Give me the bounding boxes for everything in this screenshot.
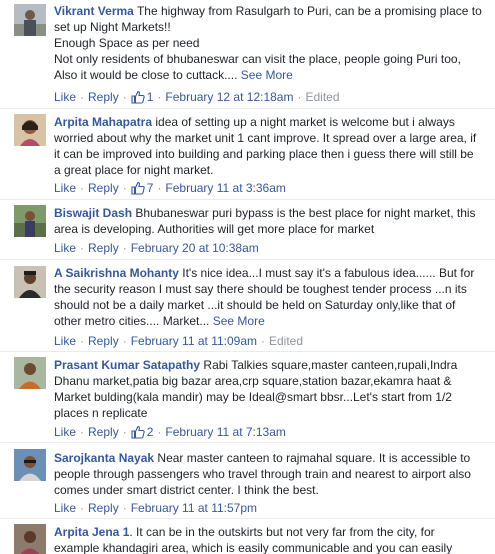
comment-body: Prasant Kumar Satapathy Rabi Talkies squ… (54, 357, 482, 421)
like-link[interactable]: Like (54, 334, 76, 348)
timestamp[interactable]: February 11 at 3:36am (165, 181, 286, 195)
timestamp[interactable]: February 11 at 11:57pm (131, 501, 257, 515)
reply-link[interactable]: Reply (88, 425, 119, 439)
reply-link[interactable]: Reply (88, 501, 119, 515)
comment-body: Vikrant Verma The highway from Rasulgarh… (54, 3, 482, 83)
commenter-name[interactable]: Vikrant Verma (54, 4, 134, 18)
edited-label[interactable]: Edited (269, 334, 303, 348)
comment-body: Arpita Mahapatra idea of setting up a ni… (54, 114, 482, 178)
timestamp[interactable]: February 11 at 7:13am (165, 425, 286, 439)
comment-actions: Like · Reply · February 11 at 11:57pm (54, 501, 257, 515)
divider (0, 518, 495, 519)
like-link[interactable]: Like (54, 181, 76, 195)
commenter-name[interactable]: Prasant Kumar Satapathy (54, 358, 200, 372)
avatar[interactable] (14, 524, 46, 554)
avatar[interactable] (14, 205, 46, 237)
timestamp[interactable]: February 11 at 11:09am (131, 334, 257, 348)
thumbs-up-icon (131, 90, 145, 104)
reply-link[interactable]: Reply (88, 334, 119, 348)
divider (0, 108, 495, 109)
avatar[interactable] (14, 357, 46, 389)
commenter-name[interactable]: A Saikrishna Mohanty (54, 266, 179, 280)
like-link[interactable]: Like (54, 501, 76, 515)
avatar[interactable] (14, 266, 46, 298)
thumbs-up-icon (131, 181, 145, 195)
commenter-name[interactable]: Arpita Jena 1 (54, 525, 129, 539)
see-more-link[interactable]: See More (213, 314, 265, 328)
comment-body: Sarojkanta Nayak Near master canteen to … (54, 450, 482, 498)
reply-link[interactable]: Reply (88, 181, 119, 195)
comment-actions: Like · Reply · February 11 at 11:09am · Edited (54, 334, 304, 348)
thumbs-up-icon (131, 425, 145, 439)
edited-label[interactable]: Edited (305, 90, 339, 104)
comment-body: Biswajit Dash Bhubaneswar puri bypass is… (54, 205, 482, 237)
divider (0, 259, 495, 260)
comment-body: A Saikrishna Mohanty It's nice idea...I … (54, 265, 482, 329)
avatar[interactable] (14, 449, 46, 481)
timestamp[interactable]: February 20 at 10:38am (131, 241, 259, 255)
comment-actions: Like · Reply · February 20 at 10:38am (54, 241, 259, 255)
commenter-name[interactable]: Arpita Mahapatra (54, 115, 152, 129)
avatar[interactable] (14, 114, 46, 146)
like-link[interactable]: Like (54, 425, 76, 439)
reply-link[interactable]: Reply (88, 90, 119, 104)
commenter-name[interactable]: Biswajit Dash (54, 206, 132, 220)
comment-actions: Like · Reply · 7 · February 11 at 3:36am (54, 181, 286, 195)
divider (0, 199, 495, 200)
comment-actions: Like · Reply · 1 · February 12 at 12:18am · Edit… (54, 90, 340, 104)
see-more-link[interactable]: See More (241, 68, 293, 82)
divider (0, 442, 495, 443)
comment-actions: Like · Reply · 2 · February 11 at 7:13am (54, 425, 286, 439)
like-link[interactable]: Like (54, 241, 76, 255)
divider (0, 351, 495, 352)
timestamp[interactable]: February 12 at 12:18am (165, 90, 293, 104)
like-link[interactable]: Like (54, 90, 76, 104)
comment-body: Arpita Jena 1. It can be in the outskirt… (54, 524, 482, 554)
commenter-name[interactable]: Sarojkanta Nayak (54, 451, 154, 465)
avatar[interactable] (14, 4, 46, 36)
reply-link[interactable]: Reply (88, 241, 119, 255)
